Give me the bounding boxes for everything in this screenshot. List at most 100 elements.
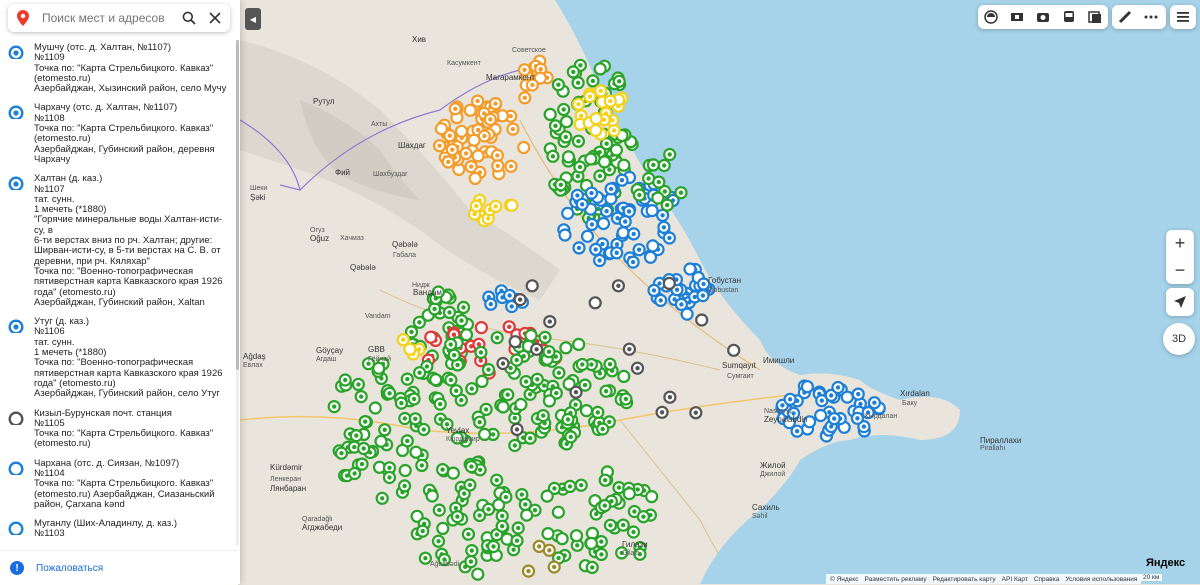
blue-place-marker[interactable]: [585, 217, 599, 231]
zoom-in-button[interactable]: +: [1166, 230, 1194, 257]
green-place-marker[interactable]: [564, 430, 578, 444]
green-place-marker[interactable]: [657, 158, 671, 173]
menu-icon[interactable]: [1170, 5, 1196, 29]
blue-place-marker[interactable]: [610, 246, 624, 260]
green-place-marker[interactable]: [557, 102, 571, 117]
green-place-marker[interactable]: [475, 374, 489, 388]
green-place-marker[interactable]: [416, 524, 430, 538]
green-place-marker[interactable]: [571, 76, 585, 90]
green-place-marker[interactable]: [530, 372, 544, 386]
list-item[interactable]: Кизыл-Бурунская почт. станция №1105 Точка …: [0, 406, 236, 456]
footer-link[interactable]: Редактировать карту: [933, 576, 996, 583]
green-place-marker[interactable]: [486, 539, 501, 554]
green-place-marker[interactable]: [510, 534, 524, 548]
orange-place-marker[interactable]: [504, 159, 518, 173]
green-place-marker[interactable]: [559, 115, 574, 129]
green-place-marker[interactable]: [593, 169, 607, 183]
footer-link[interactable]: Условия использования: [1065, 576, 1137, 583]
green-place-marker[interactable]: [619, 392, 633, 406]
green-place-marker[interactable]: [574, 478, 588, 492]
green-place-marker[interactable]: [598, 499, 612, 513]
green-place-marker[interactable]: [548, 119, 563, 133]
blue-place-marker[interactable]: [851, 387, 865, 401]
dark-place-marker[interactable]: [525, 279, 539, 293]
blue-place-marker[interactable]: [657, 220, 671, 234]
collapse-panel-button[interactable]: ◀: [245, 8, 261, 30]
dark-place-marker[interactable]: [588, 296, 602, 310]
green-place-marker[interactable]: [432, 503, 446, 517]
more-icon[interactable]: [1138, 5, 1164, 29]
green-place-marker[interactable]: [584, 536, 599, 551]
blue-place-marker[interactable]: [646, 239, 660, 253]
green-place-marker[interactable]: [518, 497, 532, 511]
green-place-marker[interactable]: [561, 412, 575, 427]
green-place-marker[interactable]: [465, 543, 479, 558]
footer-link[interactable]: Справка: [1034, 576, 1060, 583]
green-place-marker[interactable]: [609, 143, 624, 157]
orange-place-marker[interactable]: [441, 155, 455, 169]
green-place-marker[interactable]: [566, 65, 580, 79]
green-place-marker[interactable]: [593, 62, 607, 76]
red-place-marker[interactable]: [424, 330, 438, 344]
green-place-marker[interactable]: [383, 386, 397, 400]
traffic-icon[interactable]: [1082, 5, 1108, 29]
green-place-marker[interactable]: [398, 411, 412, 426]
green-place-marker[interactable]: [645, 490, 659, 504]
dark-place-marker[interactable]: [513, 293, 527, 307]
yellow-place-marker[interactable]: [583, 89, 597, 104]
green-place-marker[interactable]: [425, 489, 439, 503]
blue-place-marker[interactable]: [647, 283, 661, 297]
green-place-marker[interactable]: [446, 466, 460, 480]
green-place-marker[interactable]: [444, 337, 458, 352]
yellow-place-marker[interactable]: [403, 342, 417, 356]
list-item[interactable]: Утуг (д. каз.) №1106 тат. сунн. 1 мечеть (*…: [0, 314, 236, 405]
zoom-out-button[interactable]: −: [1166, 257, 1194, 284]
green-place-marker[interactable]: [436, 521, 450, 536]
blue-place-marker[interactable]: [604, 182, 618, 196]
green-place-marker[interactable]: [510, 353, 524, 367]
green-place-marker[interactable]: [436, 463, 450, 477]
blue-place-marker[interactable]: [645, 204, 659, 218]
blue-place-marker[interactable]: [867, 396, 882, 410]
footer-link[interactable]: Разместить рекламу: [864, 576, 926, 583]
green-place-marker[interactable]: [461, 527, 475, 541]
green-place-marker[interactable]: [559, 341, 573, 355]
green-place-marker[interactable]: [552, 366, 566, 380]
blue-place-marker[interactable]: [632, 243, 646, 257]
green-place-marker[interactable]: [543, 107, 557, 122]
green-place-marker[interactable]: [520, 508, 534, 522]
blue-place-marker[interactable]: [572, 241, 586, 255]
green-place-marker[interactable]: [338, 373, 352, 387]
green-place-marker[interactable]: [501, 388, 515, 402]
ruler-icon[interactable]: [1112, 5, 1138, 29]
list-item[interactable]: Мушчу (отс. д. Халтан, №1107) №1109 Точка …: [0, 40, 236, 100]
green-place-marker[interactable]: [474, 345, 488, 359]
blue-place-marker[interactable]: [800, 380, 815, 394]
green-place-marker[interactable]: [465, 382, 479, 396]
green-place-marker[interactable]: [594, 547, 609, 562]
green-place-marker[interactable]: [429, 373, 443, 387]
blue-place-marker[interactable]: [790, 424, 804, 438]
green-place-marker[interactable]: [569, 529, 584, 543]
green-place-marker[interactable]: [490, 473, 504, 487]
green-place-marker[interactable]: [524, 328, 538, 343]
orange-place-marker[interactable]: [434, 122, 448, 136]
dark-place-marker[interactable]: [655, 405, 669, 419]
green-place-marker[interactable]: [561, 150, 576, 164]
orange-place-marker[interactable]: [488, 96, 503, 111]
blue-place-marker[interactable]: [840, 390, 854, 404]
dark-place-marker[interactable]: [543, 315, 557, 329]
green-place-marker[interactable]: [433, 397, 447, 411]
dark-place-marker[interactable]: [630, 361, 645, 375]
green-place-marker[interactable]: [571, 134, 586, 148]
green-place-marker[interactable]: [603, 357, 617, 371]
green-place-marker[interactable]: [400, 372, 414, 386]
green-place-marker[interactable]: [357, 441, 371, 456]
dark-place-marker[interactable]: [663, 390, 677, 404]
green-place-marker[interactable]: [394, 396, 408, 410]
orange-place-marker[interactable]: [483, 112, 497, 127]
blue-place-marker[interactable]: [783, 392, 797, 406]
green-place-marker[interactable]: [511, 521, 525, 535]
blue-place-marker[interactable]: [580, 229, 595, 243]
transport-icon[interactable]: [1056, 5, 1082, 29]
